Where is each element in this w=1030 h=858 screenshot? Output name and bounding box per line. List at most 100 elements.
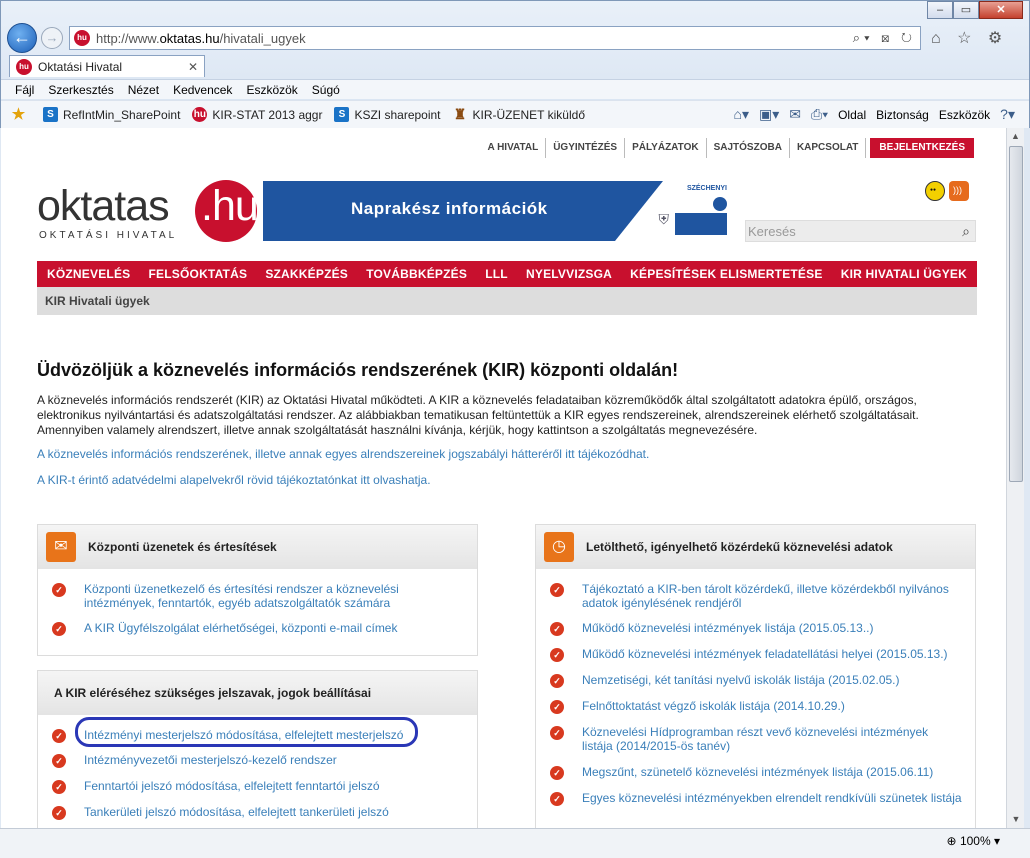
check-icon: ✓ (52, 729, 66, 743)
breadcrumb-current: KIR Hivatali ügyek (45, 294, 150, 308)
tab-close-icon[interactable]: ✕ (188, 60, 198, 74)
check-icon: ✓ (550, 726, 564, 740)
hungary-crest-icon: ⛨ (658, 211, 670, 227)
list-item[interactable]: ✓ Fenntartói jelszó módosítása, elfelejte… (52, 779, 380, 794)
scroll-down-icon[interactable]: ▼ (1007, 811, 1025, 828)
menu-edit[interactable]: Szerkesztés (48, 83, 113, 97)
zoom-control[interactable]: ⊕ 100% ▾ (947, 834, 1000, 848)
nav-kepesitesek[interactable]: KÉPESÍTÉSEK ELISMERTETÉSE (630, 267, 822, 281)
list-item[interactable]: ✓ Tájékoztató a KIR-ben tárolt közérdekű,… (550, 582, 955, 610)
legal-background-link[interactable]: A köznevelés információs rendszerének, i… (37, 447, 649, 461)
topnav-sajtoszoba[interactable]: SAJTÓSZOBA (707, 138, 790, 158)
page-title: Üdvözöljük a köznevelés információs rend… (37, 360, 679, 380)
menu-favorites[interactable]: Kedvencek (173, 83, 232, 97)
cmd-page[interactable]: Oldal (838, 108, 866, 122)
list-item[interactable]: ✓ Felnőttoktatást végző iskolák listája (… (550, 699, 845, 714)
topnav-palyazatok[interactable]: PÁLYÁZATOK (625, 138, 707, 158)
cmd-safety[interactable]: Biztonság (876, 108, 929, 122)
list-item[interactable]: ✓ Köznevelési Hídprogramban részt vevő kö… (550, 725, 955, 753)
check-icon: ✓ (550, 583, 564, 597)
topnav-ugyintezes[interactable]: ÜGYINTÉZÉS (546, 138, 626, 158)
menu-tools[interactable]: Eszközök (246, 83, 297, 97)
search-input[interactable]: Keresés (748, 224, 796, 239)
check-icon: ✓ (52, 622, 66, 636)
minimize-button[interactable]: – (927, 1, 953, 19)
list-item[interactable]: ✓ A KIR Ügyfélszolgálat elérhetőségei, kö… (52, 621, 452, 636)
breadcrumb: KIR Hivatali ügyek (37, 287, 977, 315)
fav-kir-stat[interactable]: hu KIR-STAT 2013 aggr (192, 107, 322, 122)
forward-button[interactable]: → (41, 27, 63, 49)
tab-oktatasi-hivatal[interactable]: hu Oktatási Hivatal ✕ (9, 55, 205, 77)
print-icon[interactable]: ⎙▾ (811, 106, 828, 123)
back-button[interactable]: ← (7, 23, 37, 53)
list-item[interactable]: ✓ Működő köznevelési intézmények feladate… (550, 647, 948, 662)
tab-favicon-icon: hu (16, 58, 32, 75)
main-navigation: KÖZNEVELÉS FELSŐOKTATÁS SZAKKÉPZÉS TOVÁB… (37, 261, 977, 287)
logo-text: oktatas (37, 182, 170, 230)
address-actions[interactable]: ⌕▾ ⊠ ↻ (853, 30, 916, 46)
nav-kir-hivatali-ugyek[interactable]: KIR HIVATALI ÜGYEK (841, 267, 967, 281)
list-item[interactable]: ✓ Megszűnt, szünetelő köznevelési intézmé… (550, 765, 933, 780)
sharepoint-icon: S (43, 107, 58, 122)
address-bar[interactable]: hu http://www.oktatas.hu/hivatali_ugyek … (69, 26, 921, 50)
fav-refintmin[interactable]: S RefIntMin_SharePoint (43, 107, 180, 122)
window-controls: – ▭ ✕ (927, 1, 1023, 19)
login-button[interactable]: BEJELENTKEZÉS (870, 138, 974, 158)
highlight-annotation (75, 717, 418, 747)
banner-text: Naprakész információk (351, 199, 548, 218)
breadcrumb-arrow (155, 287, 165, 315)
check-icon: ✓ (550, 792, 564, 806)
banner[interactable]: Naprakész információk SZÉCHENYI ⛨ (263, 181, 729, 241)
box-header: ◷ Letölthető, igényelhető közérdekű közn… (536, 525, 975, 569)
list-item[interactable]: ✓ Központi üzenetkezelő és értesítési ren… (52, 582, 452, 610)
box-header: A KIR eléréséhez szükséges jelszavak, jo… (38, 671, 477, 715)
nav-tovabbkepzes[interactable]: TOVÁBBKÉPZÉS (366, 267, 467, 281)
topnav-hivatal[interactable]: A HIVATAL (480, 138, 547, 158)
menu-file[interactable]: Fájl (15, 83, 34, 97)
scroll-thumb[interactable] (1009, 146, 1023, 482)
search-icon[interactable]: ⌕ (962, 223, 970, 240)
command-bar: ⌂▾ ▣▾ ✉ ⎙▾ Oldal Biztonság Eszközök ?▾ (724, 106, 1029, 123)
nav-szakkepzes[interactable]: SZAKKÉPZÉS (265, 267, 348, 281)
feeds-icon[interactable]: ▣▾ (759, 106, 779, 123)
toolbar-icons[interactable]: ⌂ ☆ ⚙ (931, 28, 1008, 48)
nav-nyelvvizsga[interactable]: NYELVVIZSGA (526, 267, 612, 281)
fav-kir-uzenet[interactable]: ♜ KIR-ÜZENET kiküldő (453, 107, 585, 122)
favorites-star-icon[interactable]: ★ (11, 107, 31, 122)
cmd-tools[interactable]: Eszközök (939, 108, 990, 122)
box-passwords: A KIR eléréséhez szükséges jelszavak, jo… (37, 670, 478, 828)
list-item[interactable]: ✓ Nemzetiségi, két tanítási nyelvű iskolá… (550, 673, 900, 688)
search-box[interactable]: Keresés ⌕ (745, 220, 976, 242)
nav-kozneveles[interactable]: KÖZNEVELÉS (47, 267, 130, 281)
box-title: Központi üzenetek és értesítések (88, 540, 277, 554)
privacy-link[interactable]: A KIR-t érintő adatvédelmi alapelvekről … (37, 473, 431, 487)
accessibility-icon[interactable] (925, 181, 945, 201)
fav-kszi[interactable]: S KSZI sharepoint (334, 107, 441, 122)
rss-icon[interactable] (949, 181, 969, 201)
mail-icon[interactable]: ✉ (789, 106, 801, 123)
maximize-button[interactable]: ▭ (953, 1, 979, 19)
check-icon: ✓ (550, 700, 564, 714)
list-item[interactable]: ✓ Tankerületi jelszó módosítása, elfelejt… (52, 805, 389, 820)
logo-hu-text: .hu (201, 182, 259, 230)
scroll-up-icon[interactable]: ▲ (1007, 128, 1024, 145)
close-button[interactable]: ✕ (979, 1, 1023, 19)
box-header: ✉ Központi üzenetek és értesítések (38, 525, 477, 569)
nav-felsooktatas[interactable]: FELSŐOKTATÁS (149, 267, 248, 281)
list-item[interactable]: ✓ Egyes köznevelési intézményekben elrend… (550, 791, 962, 806)
nav-lll[interactable]: LLL (485, 267, 508, 281)
topnav-kapcsolat[interactable]: KAPCSOLAT (790, 138, 867, 158)
help-icon[interactable]: ?▾ (1000, 106, 1015, 123)
site-favicon-icon: hu (74, 30, 90, 46)
site-logo[interactable]: oktatas .hu OKTATÁSI HIVATAL (37, 180, 259, 250)
list-item[interactable]: ✓ Intézményvezetői mesterjelszó-kezelő re… (52, 753, 337, 768)
box-public-data: ◷ Letölthető, igényelhető közérdekű közn… (535, 524, 976, 828)
hu-icon: hu (192, 107, 208, 122)
home-icon[interactable]: ⌂▾ (734, 106, 749, 123)
list-item[interactable]: ✓ Működő köznevelési intézmények listája … (550, 621, 874, 636)
check-icon: ✓ (550, 766, 564, 780)
menu-view[interactable]: Nézet (128, 83, 159, 97)
vertical-scrollbar[interactable]: ▲ ▼ (1006, 128, 1024, 828)
menu-help[interactable]: Súgó (312, 83, 340, 97)
box-title: Letölthető, igényelhető közérdekű köznev… (586, 540, 893, 554)
